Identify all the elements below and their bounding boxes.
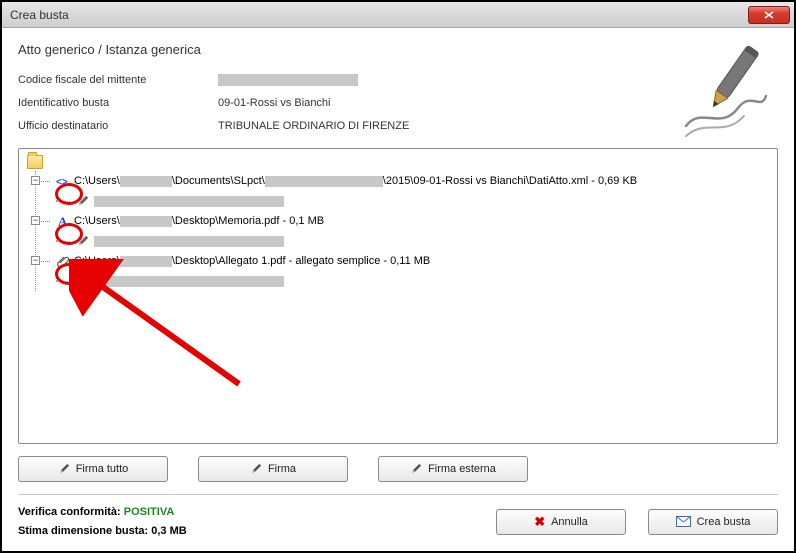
footer-status: Verifica conformità: POSITIVA Stima dime… <box>18 503 187 540</box>
separator <box>18 494 778 495</box>
xml-icon: <> <box>56 174 70 188</box>
tree-child[interactable] <box>36 271 769 291</box>
size-value: 0,3 MB <box>151 525 186 537</box>
sign-external-button[interactable]: Firma esterna <box>378 456 528 482</box>
titlebar: Crea busta <box>2 2 794 28</box>
letter-a-icon: A <box>56 214 70 228</box>
file-tree[interactable]: − <> C:\Users\\Documents\SLpct\\2015\09-… <box>18 148 778 444</box>
sign-all-button[interactable]: Firma tutto <box>18 456 168 482</box>
pen-decorative-icon <box>666 36 776 146</box>
size-label: Stima dimensione busta: <box>18 525 151 537</box>
clip-icon <box>56 254 70 268</box>
cancel-button[interactable]: ✖ Annulla <box>496 509 626 535</box>
pen-icon <box>250 462 262 476</box>
pen-icon <box>58 462 70 476</box>
collapse-toggle[interactable]: − <box>31 176 40 185</box>
fiscal-code-value <box>218 74 358 86</box>
breadcrumb: Atto generico / Istanza generica <box>18 42 778 57</box>
tree-item-label: C:\Users\\Desktop\Memoria.pdf - 0,1 MB <box>74 215 324 227</box>
envelope-icon <box>676 516 691 527</box>
tree-child-label <box>94 196 284 207</box>
tree-item-label: C:\Users\\Desktop\Allegato 1.pdf - alleg… <box>74 255 430 267</box>
collapse-toggle[interactable]: − <box>31 256 40 265</box>
close-button[interactable] <box>748 6 790 24</box>
envelope-id-label: Identificativo busta <box>18 97 218 109</box>
conformity-value: POSITIVA <box>124 506 175 518</box>
sign-button[interactable]: Firma <box>198 456 348 482</box>
tree-child[interactable] <box>36 191 769 211</box>
tree-child-label <box>94 276 284 287</box>
svg-text:A: A <box>58 214 68 228</box>
collapse-toggle[interactable]: − <box>31 216 40 225</box>
envelope-id-value: 09-01-Rossi vs Bianchi <box>218 97 331 109</box>
tree-child-label <box>94 236 284 247</box>
tree-item[interactable]: − A C:\Users\\Desktop\Memoria.pdf - 0,1 … <box>36 211 769 231</box>
cancel-icon: ✖ <box>534 514 545 530</box>
svg-text:<>: <> <box>56 177 68 188</box>
tree-item[interactable]: − <> C:\Users\\Documents\SLpct\\2015\09-… <box>36 171 769 191</box>
create-envelope-button[interactable]: Crea busta <box>648 509 778 535</box>
pen-icon <box>410 462 422 476</box>
pen-icon <box>76 274 90 288</box>
conformity-label: Verifica conformità: <box>18 506 124 518</box>
close-icon <box>764 11 774 19</box>
pen-icon <box>76 194 90 208</box>
tree-item-label: C:\Users\\Documents\SLpct\\2015\09-01-Ro… <box>74 175 637 187</box>
tree-child[interactable] <box>36 231 769 251</box>
pen-icon <box>76 234 90 248</box>
tree-item[interactable]: − C:\Users\\Desktop\Allegato 1.pdf - all… <box>36 251 769 271</box>
window-title: Crea busta <box>10 8 69 22</box>
folder-icon <box>27 155 43 169</box>
fiscal-code-label: Codice fiscale del mittente <box>18 74 218 86</box>
office-label: Ufficio destinatario <box>18 120 218 132</box>
button-row: Firma tutto Firma Firma esterna <box>18 456 778 482</box>
office-value: TRIBUNALE ORDINARIO DI FIRENZE <box>218 120 409 132</box>
